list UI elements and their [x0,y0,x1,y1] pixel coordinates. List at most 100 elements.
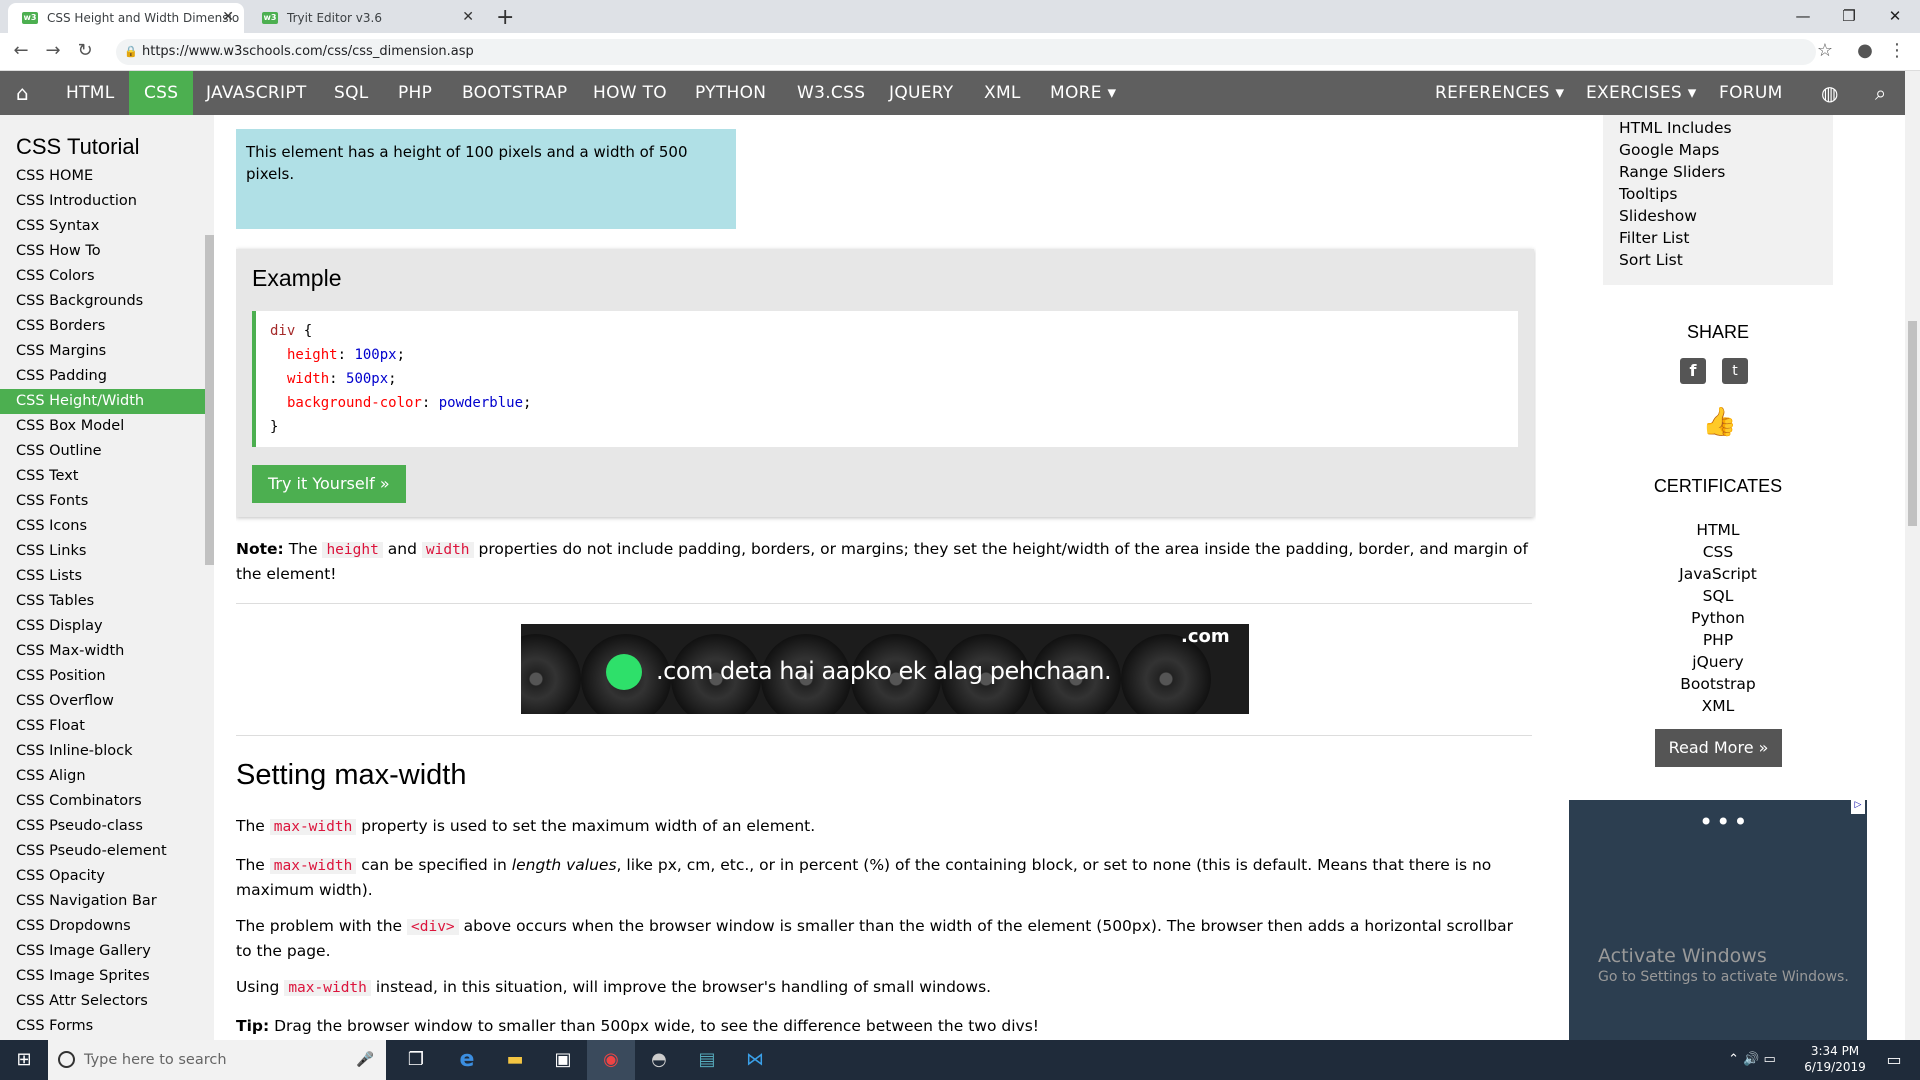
twitter-icon[interactable]: t [1722,358,1748,384]
vscode-icon[interactable]: ⋈ [731,1040,779,1080]
certificate-link[interactable]: SQL [1603,585,1833,607]
sidebar-item[interactable]: CSS Float [0,714,214,739]
sidebar-item[interactable]: CSS HOME [0,164,214,189]
sidebar-item[interactable]: CSS Attr Selectors [0,989,214,1014]
minimize-window-button[interactable]: — [1780,2,1826,30]
nav-forum[interactable]: FORUM [1704,71,1798,115]
restore-window-button[interactable]: ❐ [1826,2,1872,30]
sidebar-item[interactable]: CSS Box Model [0,414,214,439]
page-scrollbar[interactable] [1905,71,1920,1040]
nav-xml[interactable]: XML [969,71,1036,115]
sidebar-item[interactable]: CSS Overflow [0,689,214,714]
link-filter-list[interactable]: Filter List [1619,227,1833,249]
nav-how-to[interactable]: HOW TO [578,71,682,115]
sidebar-item[interactable]: CSS Pseudo-element [0,839,214,864]
nav-html[interactable]: HTML [51,71,130,115]
system-tray-icons[interactable]: ⌃ 🔊 ▭ [1728,1040,1776,1080]
certificate-link[interactable]: JavaScript [1603,563,1833,585]
certificate-link[interactable]: CSS [1603,541,1833,563]
sidebar-item[interactable]: CSS Borders [0,314,214,339]
sidebar-item[interactable]: CSS Links [0,539,214,564]
close-window-button[interactable]: ✕ [1872,2,1918,30]
scroll-thumb[interactable] [1908,321,1917,526]
bookmark-star-icon[interactable]: ☆ [1812,40,1838,61]
sidebar-item[interactable]: CSS Navigation Bar [0,889,214,914]
sidebar-item[interactable]: CSS Height/Width [0,389,214,414]
new-tab-button[interactable]: + [496,5,514,30]
sidebar-item[interactable]: CSS Padding [0,364,214,389]
nav-bootstrap[interactable]: BOOTSTRAP [447,71,582,115]
close-tab-icon[interactable]: ✕ [462,9,474,25]
certificate-link[interactable]: Python [1603,607,1833,629]
eclipse-icon[interactable]: ◓ [635,1040,683,1080]
nav-references[interactable]: REFERENCES ▾ [1420,71,1579,115]
advertisement-banner[interactable]: .com deta hai aapko ek alag pehchaan. .c… [521,624,1249,714]
forward-arrow-icon[interactable]: → [40,40,66,61]
adchoices-icon[interactable]: ▷ [1851,800,1865,814]
globe-icon[interactable]: ◍ [1806,71,1854,115]
close-tab-icon[interactable]: ✕ [222,9,234,25]
url-field[interactable]: 🔒 https://www.w3schools.com/css/css_dime… [116,39,1816,65]
search-icon[interactable]: ⌕ [1860,71,1902,115]
read-more-button[interactable]: Read More » [1655,729,1782,767]
sidebar-item[interactable]: CSS Opacity [0,864,214,889]
sidebar-item[interactable]: CSS Image Sprites [0,964,214,989]
nav-jquery[interactable]: JQUERY [874,71,969,115]
taskbar-clock[interactable]: 3:34 PM 6/19/2019 [1800,1043,1870,1075]
sidebar-item[interactable]: CSS Position [0,664,214,689]
sidebar-item[interactable]: CSS Tables [0,589,214,614]
store-icon[interactable]: ▣ [539,1040,587,1080]
sidebar-item[interactable]: CSS Syntax [0,214,214,239]
taskbar-search-box[interactable]: Type here to search 🎤 [48,1040,386,1080]
sidebar-item[interactable]: CSS Dropdowns [0,914,214,939]
certificate-link[interactable]: Bootstrap [1603,673,1833,695]
home-icon[interactable]: ⌂ [0,71,45,115]
sidebar-item[interactable]: CSS Forms [0,1014,214,1039]
thumbs-up-icon[interactable]: 👍 [1702,405,1737,438]
sidebar-item[interactable]: CSS Image Gallery [0,939,214,964]
menu-dots-icon[interactable]: ⋮ [1884,40,1910,61]
task-view-icon[interactable]: ❐ [392,1040,440,1080]
link-tooltips[interactable]: Tooltips [1619,183,1833,205]
link-sort-list[interactable]: Sort List [1619,249,1833,271]
sidebar-item[interactable]: CSS Max-width [0,639,214,664]
edge-icon[interactable]: e [443,1040,491,1080]
nav-php[interactable]: PHP [383,71,447,115]
sidebar-item[interactable]: CSS Inline-block [0,739,214,764]
certificate-link[interactable]: HTML [1603,519,1833,541]
sidebar-item[interactable]: CSS Display [0,614,214,639]
link-google-maps[interactable]: Google Maps [1619,139,1833,161]
tab-css-dimension[interactable]: w3 CSS Height and Width Dimensio ✕ [8,3,244,33]
sidebar-item[interactable]: CSS Lists [0,564,214,589]
facebook-icon[interactable]: f [1680,358,1706,384]
sidebar-item[interactable]: CSS Combinators [0,789,214,814]
notifications-icon[interactable]: ▭ [1870,1040,1918,1080]
sidebar-item[interactable]: CSS Margins [0,339,214,364]
nav-css[interactable]: CSS [129,71,194,115]
sidebar-item[interactable]: CSS Introduction [0,189,214,214]
sidebar-item[interactable]: CSS Pseudo-class [0,814,214,839]
nav-more[interactable]: MORE ▾ [1035,71,1131,115]
nav-w3css[interactable]: W3.CSS [782,71,880,115]
sidebar-item[interactable]: CSS Outline [0,439,214,464]
certificate-link[interactable]: PHP [1603,629,1833,651]
reload-icon[interactable]: ↻ [72,40,98,61]
microphone-icon[interactable]: 🎤 [356,1040,374,1080]
tab-tryit-editor[interactable]: w3 Tryit Editor v3.6 ✕ [248,3,484,33]
sidebar-item[interactable]: CSS How To [0,239,214,264]
certificate-link[interactable]: XML [1603,695,1833,717]
nav-exercises[interactable]: EXERCISES ▾ [1571,71,1712,115]
chrome-icon[interactable]: ◉ [587,1040,635,1080]
sidebar-scrollbar[interactable] [205,235,214,565]
nav-python[interactable]: PYTHON [680,71,781,115]
sidebar-item[interactable]: CSS Colors [0,264,214,289]
document-icon[interactable]: ▤ [683,1040,731,1080]
advertisement-box[interactable]: ••• ▷ [1569,800,1867,1040]
file-explorer-icon[interactable]: ▬ [491,1040,539,1080]
try-it-yourself-button[interactable]: Try it Yourself » [252,465,406,503]
profile-icon[interactable]: ● [1852,40,1878,61]
certificate-link[interactable]: jQuery [1603,651,1833,673]
link-range-sliders[interactable]: Range Sliders [1619,161,1833,183]
sidebar-item[interactable]: CSS Align [0,764,214,789]
sidebar-item[interactable]: CSS Backgrounds [0,289,214,314]
